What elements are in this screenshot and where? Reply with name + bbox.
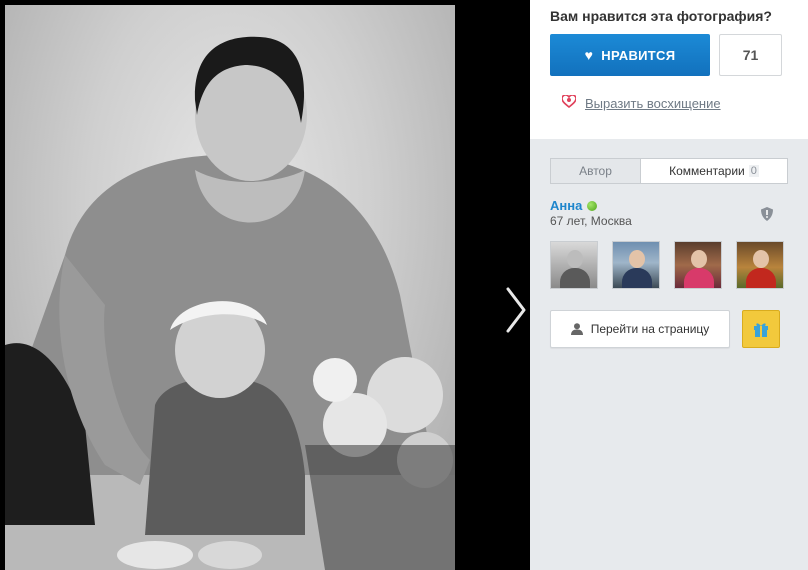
- author-meta: 67 лет, Москва: [550, 214, 632, 228]
- side-panel: Вам нравится эта фотография? ♥ НРАВИТСЯ …: [530, 0, 808, 570]
- comments-count-badge: 0: [748, 165, 759, 177]
- heart-icon: ♥: [584, 47, 594, 63]
- tab-comments-label: Комментарии: [669, 164, 745, 178]
- author-link[interactable]: Анна: [550, 198, 598, 213]
- online-status-icon: [587, 200, 598, 211]
- author-photo-thumb[interactable]: [550, 241, 598, 289]
- user-icon: [570, 323, 583, 335]
- goto-page-button[interactable]: Перейти на страницу: [550, 310, 730, 348]
- author-photo-thumb[interactable]: [674, 241, 722, 289]
- tab-author[interactable]: Автор: [551, 159, 641, 183]
- like-box: Вам нравится эта фотография? ♥ НРАВИТСЯ …: [530, 0, 808, 139]
- shield-icon[interactable]: [760, 207, 774, 221]
- admire-heart-icon: [561, 94, 577, 111]
- like-button-label: НРАВИТСЯ: [601, 47, 676, 63]
- like-question: Вам нравится эта фотография?: [550, 8, 772, 24]
- author-photo-thumb[interactable]: [612, 241, 660, 289]
- photo-viewer: [0, 0, 530, 570]
- goto-page-label: Перейти на страницу: [590, 322, 710, 336]
- author-photos: [550, 241, 784, 289]
- gift-icon: [754, 323, 768, 337]
- like-button[interactable]: ♥ НРАВИТСЯ: [550, 34, 710, 76]
- main-photo[interactable]: [5, 5, 455, 570]
- tab-comments[interactable]: Комментарии 0: [641, 159, 787, 183]
- author-tabs: Автор Комментарии 0: [550, 158, 788, 184]
- admire-link[interactable]: Выразить восхищение: [561, 94, 721, 111]
- chevron-right-icon[interactable]: [500, 285, 530, 335]
- gift-button[interactable]: [742, 310, 780, 348]
- author-name: Анна: [550, 198, 583, 213]
- author-photo-thumb[interactable]: [736, 241, 784, 289]
- admire-link-label: Выразить восхищение: [585, 95, 721, 111]
- like-count: 71: [719, 34, 782, 76]
